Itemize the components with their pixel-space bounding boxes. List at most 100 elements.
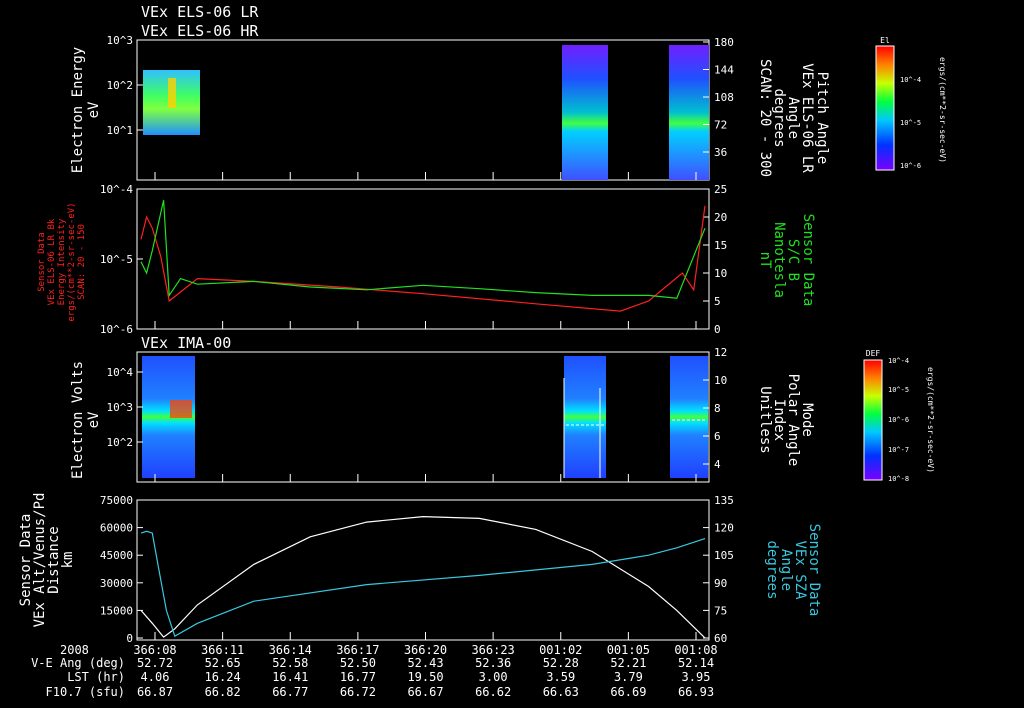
panel1-ylabel-2: eV [86,101,102,118]
plot-canvas: VEx ELS-06 LR VEx ELS-06 HR Electron Ene… [18,3,947,699]
panel1-r-tick-label-4: 36 [714,146,727,159]
panel4-llabel-3: km [60,552,76,569]
footer-vea-1: 52.65 [205,656,241,670]
footer-vea-3: 52.50 [340,656,376,670]
panel1-rlabel-0: Pitch Angle [814,72,830,165]
footer-time-0: 366:08 [133,643,176,657]
panel4-y-tick-label-0: 75000 [100,494,133,507]
footer-vea-5: 52.36 [475,656,511,670]
panel4-series-cyan [140,530,706,638]
footer-vea-0: 52.72 [137,656,173,670]
panel4-y-tick-label-2: 45000 [100,549,133,562]
panel3-cbtick-2: 10^-6 [888,416,909,424]
panel1-colorbar-label: ergs/(cm**2-sr-sec-eV) [938,57,947,163]
panel3-cbtick-3: 10^-7 [888,446,909,454]
footer-lst-2: 16.41 [272,670,308,684]
footer-year: 2008 [60,643,89,657]
footer-f107-8: 66.93 [678,685,714,699]
panel2-y-tick-label-0: 10^-4 [100,183,133,196]
footer-f107-2: 66.77 [272,685,308,699]
panel2-rlabel-3: nT [757,252,773,269]
panel1-y-tick-label-2: 10^1 [107,124,134,137]
panel3-r-tick-label-2: 8 [714,402,721,415]
panel2-llabel-3: ergs/(cm**2-sr-sec-eV) [67,202,77,321]
panel2-llabel-2: Energy Intensity [57,218,67,305]
panel2: 10^-410^-510^-6 2520151050 Sensor Data VE… [37,183,816,336]
footer-time-2: 366:14 [269,643,312,657]
panel2-r-tick-label-1: 20 [714,211,727,224]
panel2-llabel-1: VEx ELS-06 LR Bk [47,218,57,305]
footer-time-3: 366:17 [336,643,379,657]
panel1-data-block-b [562,45,608,180]
footer-row-label-vea: V-E Ang (deg) [31,656,125,670]
panel3-colorbar-label: ergs/(cm**2-sr-sec-eV) [926,367,935,473]
panel2-r-tick-label-5: 0 [714,323,721,336]
panel4-y-tick-label-4: 15000 [100,604,133,617]
footer-row-label-lst: LST (hr) [67,670,125,684]
footer-vea-8: 52.14 [678,656,714,670]
panel4-rlabel-3: degrees [764,540,780,599]
footer-lst-8: 3.95 [682,670,711,684]
panel2-r-tick-label-3: 10 [714,267,727,280]
panel2-r-tick-label-0: 25 [714,183,727,196]
footer-lst-0: 4.06 [141,670,170,684]
footer-f107-0: 66.87 [137,685,173,699]
panel3-y-tick-label-2: 10^2 [107,436,134,449]
panel4-y-tick-label-3: 30000 [100,577,133,590]
panel4-y-tick-label-1: 60000 [100,522,133,535]
panel3-frame [136,351,710,483]
footer-time-8: 001:08 [674,643,717,657]
panel2-llabel-4: SCAN: 20 - 150 [77,224,87,300]
footer-lst-3: 16.77 [340,670,376,684]
panel3-r-tick-label-4: 4 [714,458,721,471]
panel1-cbtick-2: 10^-6 [900,162,921,170]
panel2-r-tick-label-2: 15 [714,239,727,252]
footer-time-1: 366:11 [201,643,244,657]
panel3-rlabel-3: Unitless [757,386,773,453]
panel1-r-tick-label-2: 108 [714,91,734,104]
panel4-y-tick-label-5: 0 [126,632,133,645]
panel4-r-tick-label-1: 120 [714,522,734,535]
panel4-r-tick-label-0: 135 [714,494,734,507]
panel1-rlabel-4: SCAN: 20 - 300 [757,59,773,177]
footer-f107-7: 66.69 [610,685,646,699]
panel1-data-block-c [669,45,709,180]
footer-row-label-f107: F10.7 (sfu) [46,685,125,699]
panel1-colorbar-title: El [880,36,890,45]
panel2-y-tick-label-2: 10^-6 [100,323,133,336]
panel2-frame [136,188,710,330]
panel3-cbtick-0: 10^-4 [888,357,909,365]
panel1-colorbar [875,45,895,171]
footer-lst-4: 19.50 [407,670,443,684]
panel3-y-tick-label-0: 10^4 [107,366,134,379]
panel1-y-tick-label-1: 10^2 [107,79,134,92]
panel1-data-block-a-hot [168,78,176,108]
panel1-cbtick-0: 10^-4 [900,76,921,84]
panel3-ylabel-1: Electron Volts [70,361,86,479]
panel1: Electron Energy eV 10^3 10^2 10^1 180 144 10… [70,34,947,181]
panel3-colorbar [863,359,883,481]
panel4-frame [136,499,710,641]
footer-f107-3: 66.72 [340,685,376,699]
panel3-ylabel-2: eV [86,411,102,428]
footer-lst-5: 3.00 [479,670,508,684]
panel3-cbtick-1: 10^-5 [888,386,909,394]
panel2-r-tick-label-4: 5 [714,295,721,308]
panel4-r-tick-label-4: 75 [714,604,727,617]
panel2-series-green [140,200,706,299]
panel3-cbtick-4: 10^-8 [888,475,909,483]
footer-f107-1: 66.82 [205,685,241,699]
panel4: 75000 60000 45000 30000 15000 0 135 120 105 90 75… [18,493,822,645]
panel1-y-tick-label-0: 10^3 [107,34,134,47]
panel4-series-white [140,515,706,639]
panel3-y-tick-label-1: 10^3 [107,401,134,414]
panel4-r-tick-label-3: 90 [714,577,727,590]
footer-lst-7: 3.79 [614,670,643,684]
panel1-cbtick-1: 10^-5 [900,119,921,127]
panel4-r-tick-label-2: 105 [714,549,734,562]
panel1-r-tick-label-1: 144 [714,64,734,77]
panel3-data-block-c [670,356,708,478]
footer-f107-5: 66.62 [475,685,511,699]
footer-lst-1: 16.24 [205,670,241,684]
panel3-data-block-a-hot [170,400,192,418]
